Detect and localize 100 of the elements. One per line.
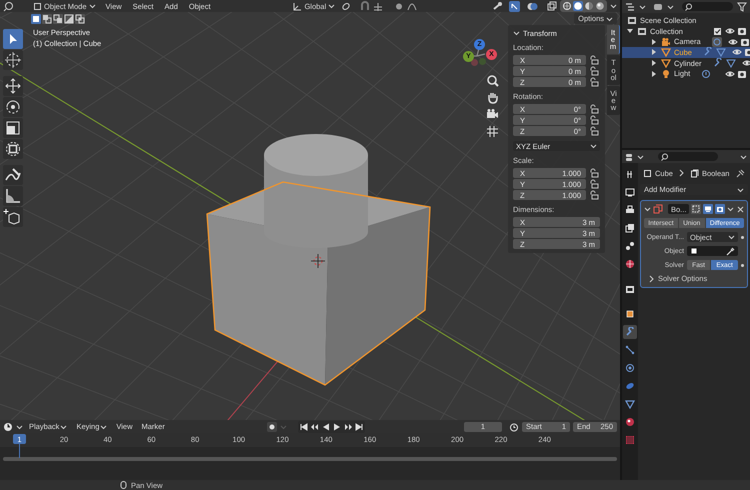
close-icon[interactable] [736,204,746,214]
search-field[interactable] [658,152,718,161]
viewport-toggle-icon[interactable] [703,204,714,214]
rendered-shading-icon[interactable] [595,1,605,11]
scale-tool-icon[interactable] [3,118,23,138]
overlays-icon[interactable] [527,0,538,12]
move-tool-icon[interactable] [3,76,23,96]
light-data-icon[interactable] [701,68,712,79]
particles-icon[interactable] [623,343,637,357]
eye-icon[interactable] [742,58,750,68]
rotate-tool-icon[interactable] [3,97,23,117]
display-mode-icon[interactable] [625,2,635,12]
lock-icon[interactable] [589,168,600,178]
mesh-icon [661,58,671,68]
grid-icon[interactable] [486,125,499,138]
lock-icon[interactable] [589,66,600,76]
render-toggle-icon[interactable] [715,204,726,214]
lock-icon[interactable] [589,115,600,125]
stopwatch-icon[interactable] [509,422,519,432]
selection-mode-icon[interactable] [31,14,41,24]
object-icon [690,247,698,255]
editor-type-icon[interactable] [3,0,15,12]
keyframe-dot [741,236,744,238]
lock-icon[interactable] [589,126,600,136]
caret-icon [513,30,520,36]
boolean-modifier-icon [653,204,663,214]
lock-icon[interactable] [589,190,600,200]
eye-icon[interactable] [725,26,735,36]
caret-icon [639,4,646,10]
render-camera-icon[interactable] [737,68,747,79]
mesh-data-icon[interactable] [726,58,736,68]
cursor-overlay-icon[interactable] [509,0,520,12]
render-camera-icon[interactable] [737,26,747,36]
expand-caret-icon[interactable] [626,27,634,36]
grid-snap-icon[interactable] [373,0,384,12]
measure-tool-icon[interactable] [3,186,23,206]
checkbox-icon[interactable] [713,26,722,36]
caret-icon [88,3,96,9]
mesh-drawing[interactable] [206,134,431,386]
caret-icon [280,424,287,430]
chevron-icon [678,169,684,177]
selection-mode-icon[interactable] [75,14,85,24]
cursor-tool-icon[interactable] [3,50,23,70]
lock-icon[interactable] [589,179,600,189]
modifier-icon [690,168,699,178]
edit-mode-toggle-icon[interactable] [691,204,702,214]
selection-mode-icon[interactable] [64,14,74,24]
wrench-icon[interactable] [623,325,637,339]
funnel-icon[interactable] [737,2,747,12]
globe-icon[interactable] [623,257,637,271]
material-shading-icon[interactable] [584,1,594,11]
add-cube-tool-icon[interactable] [3,207,23,227]
eye-icon[interactable] [728,36,738,47]
wrench-icon[interactable] [712,58,723,68]
camera-data-icon[interactable] [712,36,722,47]
editor-type-icon[interactable] [3,422,13,432]
select-tool-icon[interactable] [3,29,23,49]
lock-icon[interactable] [589,104,600,114]
object-field[interactable] [687,246,738,256]
render-camera-icon[interactable] [740,36,750,47]
eye-icon[interactable] [725,68,735,79]
caret-icon [644,206,651,212]
physics-icon[interactable] [623,361,637,375]
caret-icon [667,4,674,10]
caret-icon [737,186,744,192]
link-icon[interactable] [341,0,352,12]
pin-icon[interactable] [735,168,746,178]
wrench-icon[interactable] [702,47,713,58]
lock-icon[interactable] [589,55,600,65]
image-stack-icon[interactable] [623,221,637,235]
3d-cursor-icon[interactable] [310,254,326,268]
mesh-icon [661,47,671,58]
zoom-icon[interactable] [486,74,499,87]
annotate-tool-icon[interactable] [3,165,23,185]
caret-icon [728,234,735,240]
search-icon [661,152,669,160]
caret-icon [16,424,23,430]
record-icon[interactable] [266,422,277,432]
xray-icon[interactable] [547,0,557,12]
transform-tool-icon[interactable] [3,139,23,159]
falloff-icon[interactable] [407,0,418,12]
eyedropper-icon[interactable] [726,246,735,256]
lock-icon[interactable] [589,77,600,87]
wireframe-shading-icon[interactable] [562,1,572,11]
solid-shading-icon[interactable] [573,1,583,11]
search-field[interactable] [682,2,733,11]
selection-mode-icon[interactable] [42,14,52,24]
snap-icon[interactable] [360,0,370,12]
material-icon[interactable] [623,415,637,429]
hand-icon[interactable] [486,91,499,104]
caret-icon [727,206,734,212]
scrollbar[interactable] [3,457,617,461]
eye-icon[interactable] [732,47,742,58]
camera-icon[interactable] [486,108,499,121]
editor-type-icon[interactable] [625,152,633,162]
caret-icon [60,424,68,430]
caret-icon [100,424,108,430]
gizmo-visibility-icon[interactable] [492,0,502,12]
proportional-icon[interactable] [394,0,404,12]
selection-mode-icon[interactable] [53,14,63,24]
